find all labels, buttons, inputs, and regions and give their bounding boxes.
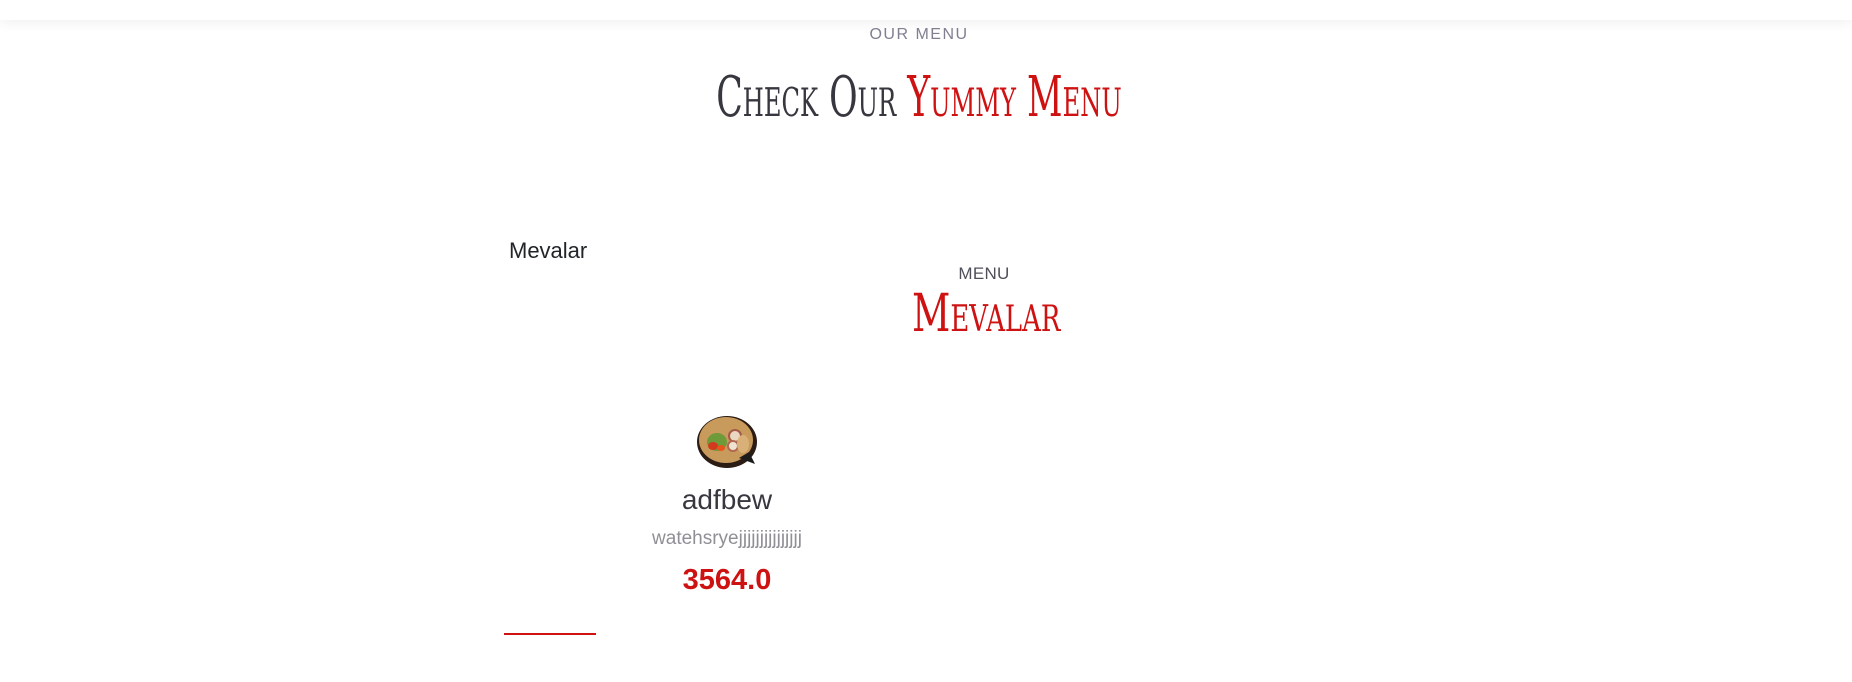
menu-item-price: 3564.0 xyxy=(682,564,772,596)
menu-tabs: Mevalar xyxy=(504,236,596,636)
tab-header: MENU Mevalar xyxy=(884,264,1084,340)
menu-item-ingredients: watehsryejjjjjjjjjjjjjjj xyxy=(652,528,802,549)
section-title-accent: Yummy Menu xyxy=(907,65,1122,130)
section-eyebrow: OUR MENU xyxy=(869,26,969,43)
header-bar xyxy=(0,0,1852,20)
menu-item[interactable]: adfbew watehsryejjjjjjjjjjjjjjj 3564.0 xyxy=(600,412,854,597)
tab-header-label: MENU xyxy=(958,264,1010,283)
section-title-lead: Check Our xyxy=(716,65,897,130)
tab-mevalar[interactable]: Mevalar xyxy=(509,238,587,264)
food-bowl-image[interactable] xyxy=(695,412,759,470)
tab-header-title: Mevalar xyxy=(912,284,1061,344)
menu-item-name: adfbew xyxy=(681,484,773,515)
active-tab-indicator xyxy=(504,633,596,635)
section-title: Check Our Yummy Menu xyxy=(349,70,1489,126)
